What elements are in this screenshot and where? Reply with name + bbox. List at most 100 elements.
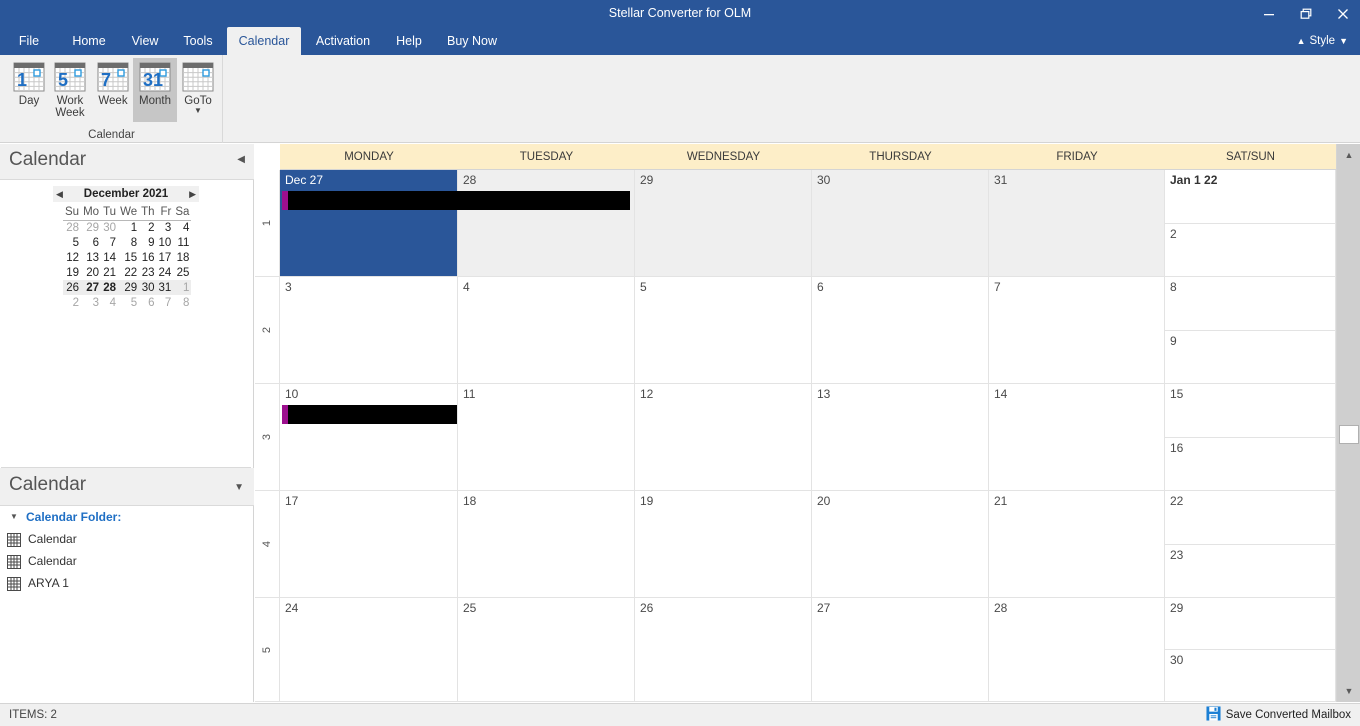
mini-calendar-day[interactable]: 27 xyxy=(81,280,102,295)
mini-calendar-day[interactable]: 28 xyxy=(101,280,119,295)
mini-calendar-day[interactable]: 17 xyxy=(157,250,174,265)
day-cell[interactable]: 29 xyxy=(635,170,812,277)
day-cell[interactable]: 11 xyxy=(458,384,635,491)
menu-tab-activation[interactable]: Activation xyxy=(306,27,380,55)
scrollbar-thumb[interactable] xyxy=(1339,425,1359,444)
mini-calendar-day[interactable]: 20 xyxy=(81,265,101,280)
scroll-down-button[interactable]: ▼ xyxy=(1338,681,1360,701)
mini-calendar-day[interactable]: 8 xyxy=(173,295,191,310)
day-cell[interactable]: 31 xyxy=(989,170,1165,277)
mini-calendar-day[interactable]: 3 xyxy=(81,295,101,310)
menu-tab-help[interactable]: Help xyxy=(388,27,430,55)
day-cell[interactable]: 25 xyxy=(458,598,635,702)
menu-tab-home[interactable]: Home xyxy=(63,27,115,55)
mini-calendar-day[interactable]: 1 xyxy=(118,220,139,235)
mini-calendar-day[interactable]: 2 xyxy=(139,220,156,235)
style-control[interactable]: ▲ Style ▼ xyxy=(1293,27,1352,55)
menu-tab-file[interactable]: File xyxy=(10,27,48,55)
mini-calendar-day[interactable]: 26 xyxy=(63,280,82,295)
day-cell[interactable]: 27 xyxy=(812,598,989,702)
mini-calendar-day[interactable]: 4 xyxy=(101,295,118,310)
mini-calendar-day[interactable]: 8 xyxy=(118,235,139,250)
mini-calendar-day[interactable]: 21 xyxy=(101,265,118,280)
day-cell[interactable]: 3 xyxy=(280,277,458,384)
mini-calendar-day[interactable]: 9 xyxy=(139,235,156,250)
day-cell[interactable]: Dec 27 xyxy=(280,170,458,277)
folder-root-calendar-folder[interactable]: ▼ Calendar Folder: xyxy=(0,506,121,528)
menu-tab-calendar[interactable]: Calendar xyxy=(227,27,301,55)
menu-tab-view[interactable]: View xyxy=(122,27,168,55)
mini-calendar-day[interactable]: 7 xyxy=(157,295,174,310)
mini-calendar-day[interactable]: 3 xyxy=(157,220,174,235)
calendar-event[interactable] xyxy=(282,191,630,210)
mini-calendar-day[interactable]: 22 xyxy=(118,265,139,280)
day-cell[interactable]: 4 xyxy=(458,277,635,384)
day-cell[interactable]: 8 xyxy=(1165,277,1336,331)
calendar-vertical-scrollbar[interactable]: ▲ ▼ xyxy=(1336,144,1360,702)
ribbon-button-week[interactable]: 7 Week xyxy=(91,58,135,122)
mini-calendar-day[interactable]: 15 xyxy=(118,250,139,265)
day-cell[interactable]: 10 xyxy=(280,384,458,491)
menu-tab-tools[interactable]: Tools xyxy=(175,27,221,55)
day-cell[interactable]: 12 xyxy=(635,384,812,491)
day-cell[interactable]: 28 xyxy=(989,598,1165,702)
ribbon-button-work-week[interactable]: 5 Work Week xyxy=(48,58,92,122)
day-cell[interactable]: 29 xyxy=(1165,598,1336,650)
mini-calendar-day[interactable]: 24 xyxy=(157,265,174,280)
mini-calendar-day[interactable]: 5 xyxy=(63,235,81,250)
ribbon-button-month[interactable]: 31 Month xyxy=(133,58,177,122)
mini-calendar-day[interactable]: 6 xyxy=(81,235,101,250)
chevron-down-icon[interactable]: ▼ xyxy=(234,482,244,493)
day-cell[interactable]: 30 xyxy=(1165,650,1336,702)
day-cell[interactable]: Jan 1 22 xyxy=(1165,170,1336,224)
mini-calendar-day[interactable]: 28 xyxy=(63,220,81,235)
day-cell[interactable]: 15 xyxy=(1165,384,1336,438)
next-month-button[interactable]: ▶ xyxy=(189,186,196,202)
mini-calendar-day[interactable]: 19 xyxy=(63,265,81,280)
day-cell[interactable]: 30 xyxy=(812,170,989,277)
day-cell[interactable]: 9 xyxy=(1165,331,1336,384)
menu-tab-buy-now[interactable]: Buy Now xyxy=(438,27,506,55)
mini-calendar-day[interactable]: 16 xyxy=(139,250,156,265)
folder-item[interactable]: ARYA 1 xyxy=(0,572,254,594)
day-cell[interactable]: 21 xyxy=(989,491,1165,598)
mini-calendar-day[interactable]: 25 xyxy=(173,265,191,280)
ribbon-button-day[interactable]: 1 Day xyxy=(7,58,51,122)
calendar-event[interactable] xyxy=(282,405,457,424)
ribbon-button-goto[interactable]: GoTo ▼ xyxy=(176,58,220,122)
mini-calendar-day[interactable]: 7 xyxy=(101,235,118,250)
mini-calendar-day[interactable]: 4 xyxy=(173,220,191,235)
day-cell[interactable]: 7 xyxy=(989,277,1165,384)
day-cell[interactable]: 22 xyxy=(1165,491,1336,545)
day-cell[interactable]: 23 xyxy=(1165,545,1336,598)
folder-item[interactable]: Calendar xyxy=(0,528,254,550)
day-cell[interactable]: 20 xyxy=(812,491,989,598)
mini-calendar-day[interactable]: 12 xyxy=(63,250,81,265)
close-button[interactable] xyxy=(1325,0,1360,27)
folder-item[interactable]: Calendar xyxy=(0,550,254,572)
mini-calendar-day[interactable]: 2 xyxy=(63,295,81,310)
day-cell[interactable]: 5 xyxy=(635,277,812,384)
day-cell[interactable]: 14 xyxy=(989,384,1165,491)
twisty-icon[interactable]: ▼ xyxy=(10,506,18,528)
scroll-up-button[interactable]: ▲ xyxy=(1338,145,1360,165)
day-cell[interactable]: 24 xyxy=(280,598,458,702)
day-cell[interactable]: 2 xyxy=(1165,224,1336,277)
chevron-down-icon[interactable]: ▼ xyxy=(176,107,220,115)
mini-calendar-day[interactable]: 31 xyxy=(156,280,174,295)
day-cell[interactable]: 13 xyxy=(812,384,989,491)
mini-calendar-day[interactable]: 18 xyxy=(173,250,191,265)
day-cell[interactable]: 16 xyxy=(1165,438,1336,491)
day-cell[interactable]: 17 xyxy=(280,491,458,598)
mini-calendar-day[interactable]: 23 xyxy=(139,265,156,280)
day-cell[interactable]: 18 xyxy=(458,491,635,598)
mini-calendar-day[interactable]: 1 xyxy=(173,280,192,295)
day-cell[interactable]: 26 xyxy=(635,598,812,702)
mini-calendar-day[interactable]: 29 xyxy=(81,220,101,235)
collapse-pane-icon[interactable]: ◀ xyxy=(237,154,245,165)
mini-calendar-day[interactable]: 30 xyxy=(139,280,157,295)
mini-calendar-day[interactable]: 10 xyxy=(157,235,174,250)
mini-calendar-day[interactable]: 11 xyxy=(173,235,191,250)
day-cell[interactable]: 19 xyxy=(635,491,812,598)
mini-calendar-day[interactable]: 29 xyxy=(118,280,140,295)
